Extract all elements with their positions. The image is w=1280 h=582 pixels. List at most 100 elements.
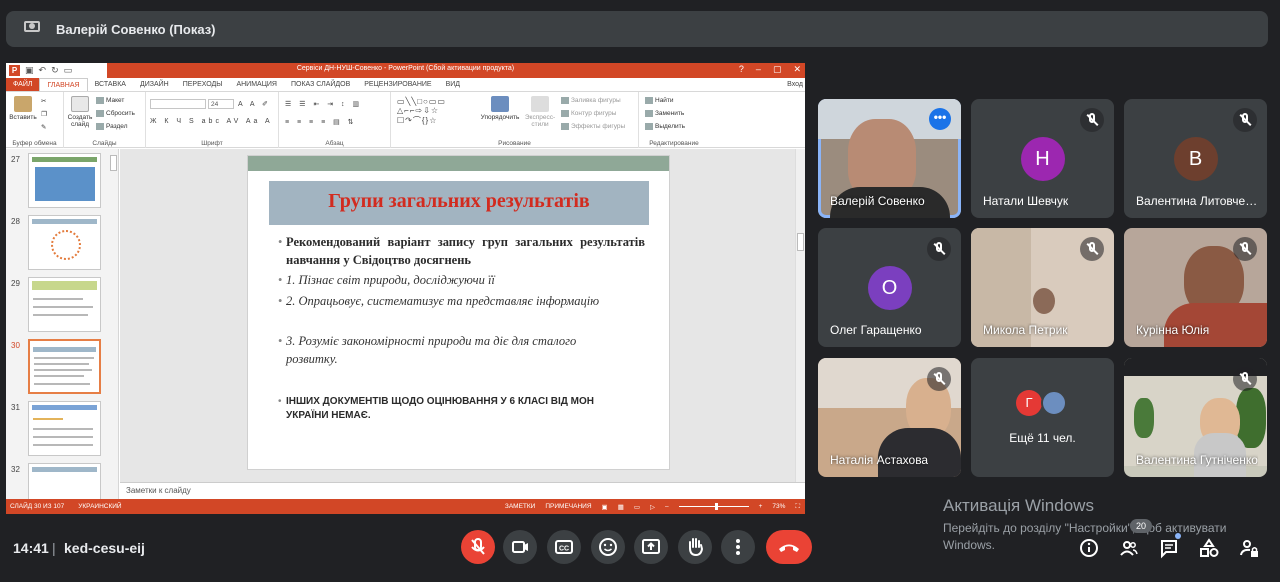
participant-tile-natalia-astakhova[interactable]: Наталія Астахова [818, 358, 961, 477]
thumbnail-image [28, 339, 101, 394]
section-button: Раздел [96, 123, 127, 130]
mic-off-icon [1233, 108, 1257, 132]
mic-off-icon [927, 367, 951, 391]
avatar-photo [1041, 390, 1067, 416]
people-icon [1120, 541, 1138, 556]
presenter-title: Валерій Совенко (Показ) [56, 21, 216, 37]
reset-icon [96, 110, 104, 117]
shape-fill-icon [561, 97, 569, 104]
reactions-button[interactable] [591, 530, 625, 564]
tab-view: ВИД [445, 81, 461, 88]
replace-button: Заменить [645, 110, 684, 117]
view-normal-icon: ▣ [601, 503, 608, 511]
participant-name: Валерій Совенко [830, 194, 925, 208]
font-group-label: Шрифт [201, 140, 223, 147]
close-icon: ✕ [793, 64, 801, 74]
more-options-icon[interactable]: ••• [929, 108, 951, 130]
leave-call-button[interactable] [766, 530, 812, 564]
slide-title-box: Групи загальних результатів [269, 181, 649, 225]
quick-styles-button: Экспресс-стили [523, 96, 557, 128]
tab-design: ДИЗАЙН [139, 81, 169, 88]
slide-thumbnail: 27 [9, 153, 117, 211]
font-size-box: 24 [208, 99, 234, 109]
ribbon-tabs: ФАЙЛ ГЛАВНАЯ ВСТАВКА ДИЗАЙН ПЕРЕХОДЫ АНИ… [6, 78, 805, 91]
paste-button: Вставить [8, 96, 38, 121]
layout-icon [96, 97, 104, 104]
present-now-button[interactable] [634, 530, 668, 564]
participants-count-badge: 20 [1130, 519, 1152, 533]
slide-thumbnail-selected: 30 [9, 339, 117, 397]
end-call-icon [779, 544, 799, 552]
thumbnail-image [28, 277, 101, 332]
ppt-status-bar: СЛАЙД 30 ИЗ 107 УКРАИНСКИЙ ЗАМЕТКИ ПРИМЕ… [6, 499, 805, 514]
mic-off-icon [471, 538, 485, 555]
thumbnail-image [28, 401, 101, 456]
raise-hand-button[interactable] [678, 530, 712, 564]
lock-person-icon [1240, 540, 1258, 557]
more-participants-label: Ещё 11 чел. [1009, 431, 1076, 445]
zoom-out-icon: – [665, 503, 669, 510]
select-icon [645, 123, 653, 130]
more-options-button[interactable] [721, 530, 755, 564]
group-drawing: ▭╲╲□○▭▭ △⌐⌐⇨⇩☆ ☐↷⌒{}☆ Упорядочить Экспресс… [391, 92, 639, 148]
participant-tile-valentyna-hutnichenko[interactable]: Валентина Гутніченко [1124, 358, 1267, 477]
tab-insert: ВСТАВКА [94, 81, 126, 88]
slide-number: 28 [11, 217, 20, 226]
slide-scrollbar [795, 149, 805, 482]
clock: 14:41 [13, 540, 49, 556]
mic-off-icon [1233, 367, 1257, 391]
participant-tile-mykola[interactable]: Микола Петрик [971, 228, 1114, 347]
thumbnail-image [28, 153, 101, 208]
meeting-code: ked-cesu-eij [64, 540, 145, 556]
new-slide-icon [71, 96, 89, 112]
more-vert-icon [736, 539, 740, 555]
chat-button[interactable] [1158, 537, 1180, 559]
present-icon [642, 539, 660, 554]
slide-item-1-text: 1. Пізнає світ природи, досліджуючи її [286, 273, 495, 287]
shape-effects-button: Эффекты фигуры [561, 123, 625, 130]
slide-top-band [248, 156, 669, 171]
arrange-button: Упорядочить [479, 96, 521, 121]
slide-title: Групи загальних результатів [328, 190, 590, 212]
participant-name: Наталія Астахова [830, 453, 929, 467]
slide-counter: СЛАЙД 30 ИЗ 107 [10, 503, 65, 510]
paste-label: Вставить [9, 114, 37, 121]
slide-thumbnail: 31 [9, 401, 117, 459]
participant-tile-yulia[interactable]: Курінна Юлія [1124, 228, 1267, 347]
slide-item-1: • 1. Пізнає світ природи, досліджуючи її [278, 273, 495, 287]
reset-button: Сбросить [96, 110, 135, 117]
participant-tile-natali[interactable]: Н Натали Шевчук [971, 99, 1114, 218]
slide-bullet-main: • Рекомендований варіант запису груп заг… [278, 235, 645, 267]
participant-tile-oleh[interactable]: О Олег Гаращенко [818, 228, 961, 347]
meeting-details-button[interactable] [1078, 537, 1100, 559]
slide-number: 31 [11, 403, 20, 412]
participant-tile-valentyna-lytovchenko[interactable]: В Валентина Литовченко [1124, 99, 1267, 218]
cut-icon: ✂ [41, 98, 47, 105]
slide-item-2: • 2. Опрацьовує, систематизує та представ… [278, 294, 600, 308]
host-controls-button[interactable] [1238, 537, 1260, 559]
slide-thumbnail: 32 [9, 463, 117, 499]
mic-toggle-button[interactable] [461, 530, 495, 564]
camera-toggle-button[interactable] [503, 530, 537, 564]
arrange-icon [491, 96, 509, 112]
view-sorter-icon: ▦ [617, 503, 624, 511]
slide-item-3-text: 3. Розуміє закономірності природи та діє… [286, 334, 577, 366]
activation-title: Активація Windows [943, 496, 1094, 515]
participant-name: Курінна Юлія [1136, 323, 1210, 337]
editing-group-label: Редактирование [649, 140, 699, 147]
section-label: Раздел [106, 123, 128, 131]
activities-button[interactable] [1198, 537, 1220, 559]
info-icon [1080, 539, 1098, 557]
participant-tile-others[interactable]: Г Ещё 11 чел. [971, 358, 1114, 477]
captions-button[interactable]: CC [547, 530, 581, 564]
zoom-in-icon: + [758, 503, 763, 510]
font-style-icons: Ж К Ч S abc AV Aa A [150, 118, 273, 125]
clipboard-group-label: Буфер обмена [12, 140, 57, 147]
participant-tile-valerii[interactable]: ••• Валерій Совенко [818, 99, 961, 218]
thumbnails-scrollbar [110, 155, 117, 171]
layout-label: Макет [106, 97, 125, 105]
people-button[interactable] [1118, 537, 1140, 559]
shapes-gallery-icon: ▭╲╲□○▭▭ △⌐⌐⇨⇩☆ ☐↷⌒{}☆ [397, 97, 446, 125]
slide-number: 30 [11, 341, 20, 350]
tab-slideshow: ПОКАЗ СЛАЙДОВ [290, 81, 351, 88]
